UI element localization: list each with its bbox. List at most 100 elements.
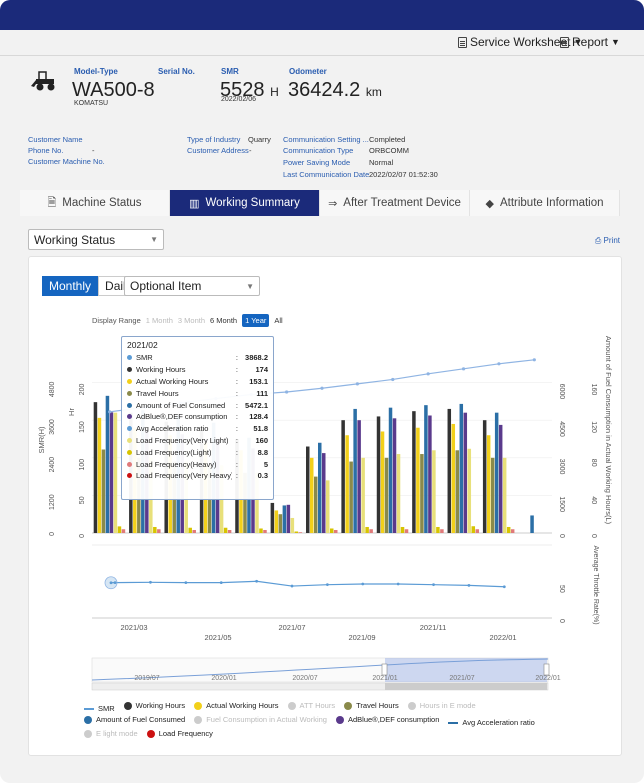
legend-item[interactable]: ATT Hours (287, 700, 336, 711)
y-tick-def: 160 (590, 384, 597, 396)
smr-point (497, 362, 501, 366)
acceleration-point (149, 580, 152, 584)
legend-item[interactable]: AdBlue®,DEF consumption (335, 714, 440, 725)
bar (263, 529, 267, 533)
y-tick-hr: 0 (79, 534, 86, 538)
bar (314, 476, 318, 533)
bar (153, 526, 157, 533)
y-tick-def: 40 (590, 496, 597, 504)
bar (440, 529, 444, 533)
smr-point (285, 390, 289, 394)
acceleration-point (219, 581, 223, 585)
legend-item[interactable]: Load Frequency (146, 728, 213, 739)
y-axis-title-smr: SMR(H) (37, 426, 46, 454)
tooltip-series-value: 153.1 (249, 376, 268, 386)
bar (330, 528, 334, 533)
working-summary-chart: 0120024003600480005010015020001500300045… (37, 336, 613, 691)
legend-item[interactable]: Avg Acceleration ratio (448, 717, 535, 728)
bar (416, 427, 420, 533)
legend-item[interactable]: Actual Working Hours (194, 700, 279, 711)
tooltip-series-name: Working Hours (136, 365, 186, 375)
x-tick-label: 2021/09 (348, 633, 375, 642)
series-dot (127, 378, 132, 384)
bar (298, 532, 303, 533)
series-dot (127, 414, 132, 420)
tooltip-rows: SMR:3868.2 Working Hours:174 Actual Workin… (127, 352, 268, 482)
bar (353, 408, 357, 533)
tooltip-separator: : (235, 424, 238, 434)
tooltip-separator: : (235, 376, 238, 386)
bar (223, 527, 228, 533)
x-tick-label: 2022/01 (489, 633, 516, 642)
chart-legend: SMR Working Hours Actual Working Hours ATT … (84, 700, 584, 741)
legend-item[interactable]: Fuel Consumption in Actual Working (194, 714, 327, 725)
tooltip-row: SMR:3868.2 (127, 352, 268, 364)
tooltip-series-name: Amount of Fuel Consumed (136, 400, 226, 410)
series-dot (127, 461, 132, 467)
tooltip-separator: : (235, 388, 238, 398)
legend-dot-marker (84, 729, 92, 738)
acceleration-point (396, 582, 400, 586)
bar (510, 529, 515, 533)
bar (326, 480, 330, 533)
tooltip-separator: : (235, 447, 238, 457)
tooltip-series-value: 51.8 (253, 424, 268, 434)
legend-dot-marker (344, 701, 353, 710)
x-tick-label: 2021/03 (120, 623, 147, 632)
y-tick-def: 80 (590, 459, 597, 467)
legend-dot-marker (287, 701, 296, 710)
tooltip-row: Avg Acceleration ratio: 51.8 (127, 423, 268, 435)
acceleration-line (110, 580, 505, 588)
y-tick-throttle: 0 (558, 619, 565, 623)
x-tick-label: 2021/07 (278, 623, 305, 632)
bar (310, 457, 314, 533)
legend-item[interactable]: E light mode (84, 728, 138, 739)
legend-label: E light mode (96, 729, 138, 738)
y-tick-smr: 4800 (49, 381, 56, 397)
bar (188, 527, 192, 533)
y-tick-fuel: 3000 (558, 459, 565, 475)
acceleration-point (467, 583, 471, 587)
bar (463, 412, 468, 533)
bar (494, 412, 499, 533)
bar (404, 529, 409, 533)
bar (101, 449, 106, 533)
tooltip-series-value: 0.3 (257, 471, 268, 481)
bar (349, 461, 353, 533)
legend-item[interactable]: Travel Hours (344, 700, 399, 711)
bar (459, 403, 464, 533)
bar (388, 407, 393, 533)
bar (455, 450, 460, 533)
bar (506, 526, 511, 533)
y-tick-hr: 100 (79, 459, 86, 471)
tooltip-separator: : (235, 365, 238, 375)
legend-label: Fuel Consumption in Actual Working (206, 715, 327, 724)
tooltip-series-name: Travel Hours (136, 388, 179, 398)
navigator-handle-right (543, 663, 550, 676)
smr-point (355, 382, 359, 386)
legend-item[interactable]: Hours in E mode (407, 700, 476, 711)
tooltip-row: Amount of Fuel Consumed:5472.1 (127, 399, 268, 411)
legend-item[interactable]: SMR (84, 703, 115, 714)
tooltip-series-value: 128.4 (249, 412, 268, 422)
legend-dot-marker (335, 715, 344, 724)
bar (451, 423, 456, 533)
y-tick-hr: 50 (79, 496, 86, 504)
x-tick-label: 2021/11 (420, 623, 447, 632)
bar (420, 454, 424, 533)
legend-item[interactable]: Amount of Fuel Consumed (84, 714, 185, 725)
tooltip-row: AdBlue®,DEF consumption: 128.4 (127, 411, 268, 423)
bar (294, 531, 299, 533)
legend-item[interactable]: Working Hours (123, 700, 186, 711)
legend-label: Working Hours (135, 701, 186, 710)
acceleration-point (432, 583, 435, 587)
tooltip-series-name: Load Frequency(Very Light) (136, 435, 229, 445)
legend-line-marker (448, 721, 459, 724)
tooltip-row: Load Frequency(Very Light): 160 (127, 435, 268, 447)
bar (376, 416, 381, 533)
legend-label: AdBlue®,DEF consumption (347, 715, 440, 724)
tooltip-title: 2021/02 (127, 340, 158, 350)
bar (278, 514, 283, 533)
legend-label: ATT Hours (299, 701, 336, 710)
tooltip-row: Working Hours: 174 (127, 364, 268, 376)
